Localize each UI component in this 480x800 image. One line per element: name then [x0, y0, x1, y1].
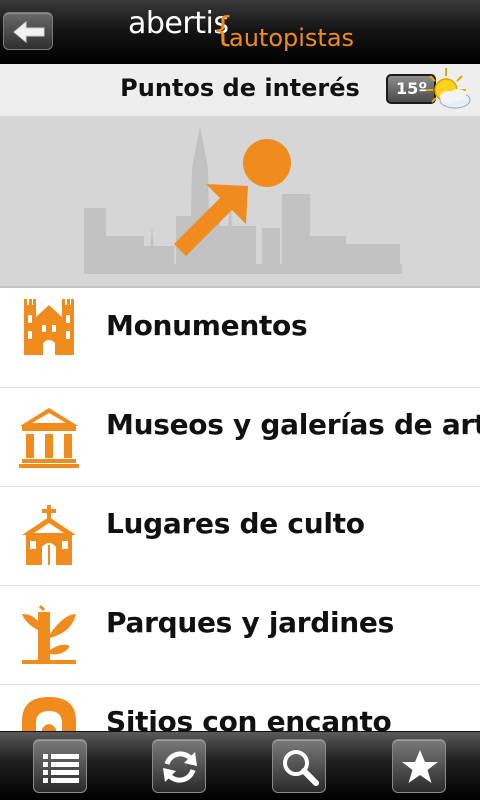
- search-tab[interactable]: [272, 739, 326, 793]
- museum-icon: [19, 408, 79, 468]
- church-icon: [22, 505, 76, 565]
- list-tab[interactable]: [33, 739, 87, 793]
- points-of-interest-banner: [0, 116, 480, 288]
- monument-castle-icon: [24, 299, 74, 355]
- list-item-sitios[interactable]: Sitios con encanto: [0, 685, 480, 731]
- category-list: Monumentos Museos y galerías de arte Lug…: [0, 289, 480, 731]
- title-bar: Puntos de interés 15º: [0, 64, 480, 116]
- back-button[interactable]: [3, 12, 53, 50]
- list-icon: [43, 754, 79, 783]
- list-item-label: Parques y jardines: [106, 606, 394, 639]
- logo-secondary-text: autopistas: [229, 24, 355, 52]
- list-item-label: Monumentos: [106, 309, 308, 342]
- list-item-label: Lugares de culto: [106, 507, 365, 540]
- top-bar: abertis { autopistas: [0, 0, 480, 64]
- list-item-label: Museos y galerías de arte: [106, 408, 480, 441]
- list-item-monumentos[interactable]: Monumentos: [0, 289, 480, 388]
- search-icon: [283, 750, 319, 786]
- star-icon: [402, 750, 438, 783]
- park-plant-icon: [22, 604, 76, 664]
- back-arrow-icon: [13, 20, 45, 44]
- weather-widget[interactable]: 15º: [386, 68, 476, 112]
- city-skyline-pin-icon: [84, 126, 402, 274]
- arch-icon: [22, 697, 76, 731]
- list-item-label: Sitios con encanto: [106, 705, 392, 731]
- list-item-museos[interactable]: Museos y galerías de arte: [0, 388, 480, 487]
- bottom-tab-bar: [0, 731, 480, 800]
- list-item-parques[interactable]: Parques y jardines: [0, 586, 480, 685]
- refresh-icon: [163, 751, 197, 783]
- sun-cloud-icon: [426, 68, 471, 109]
- favorites-tab[interactable]: [392, 739, 446, 793]
- list-item-lugares-de-culto[interactable]: Lugares de culto: [0, 487, 480, 586]
- abertis-autopistas-logo: abertis { autopistas: [128, 6, 368, 56]
- refresh-tab[interactable]: [152, 739, 206, 793]
